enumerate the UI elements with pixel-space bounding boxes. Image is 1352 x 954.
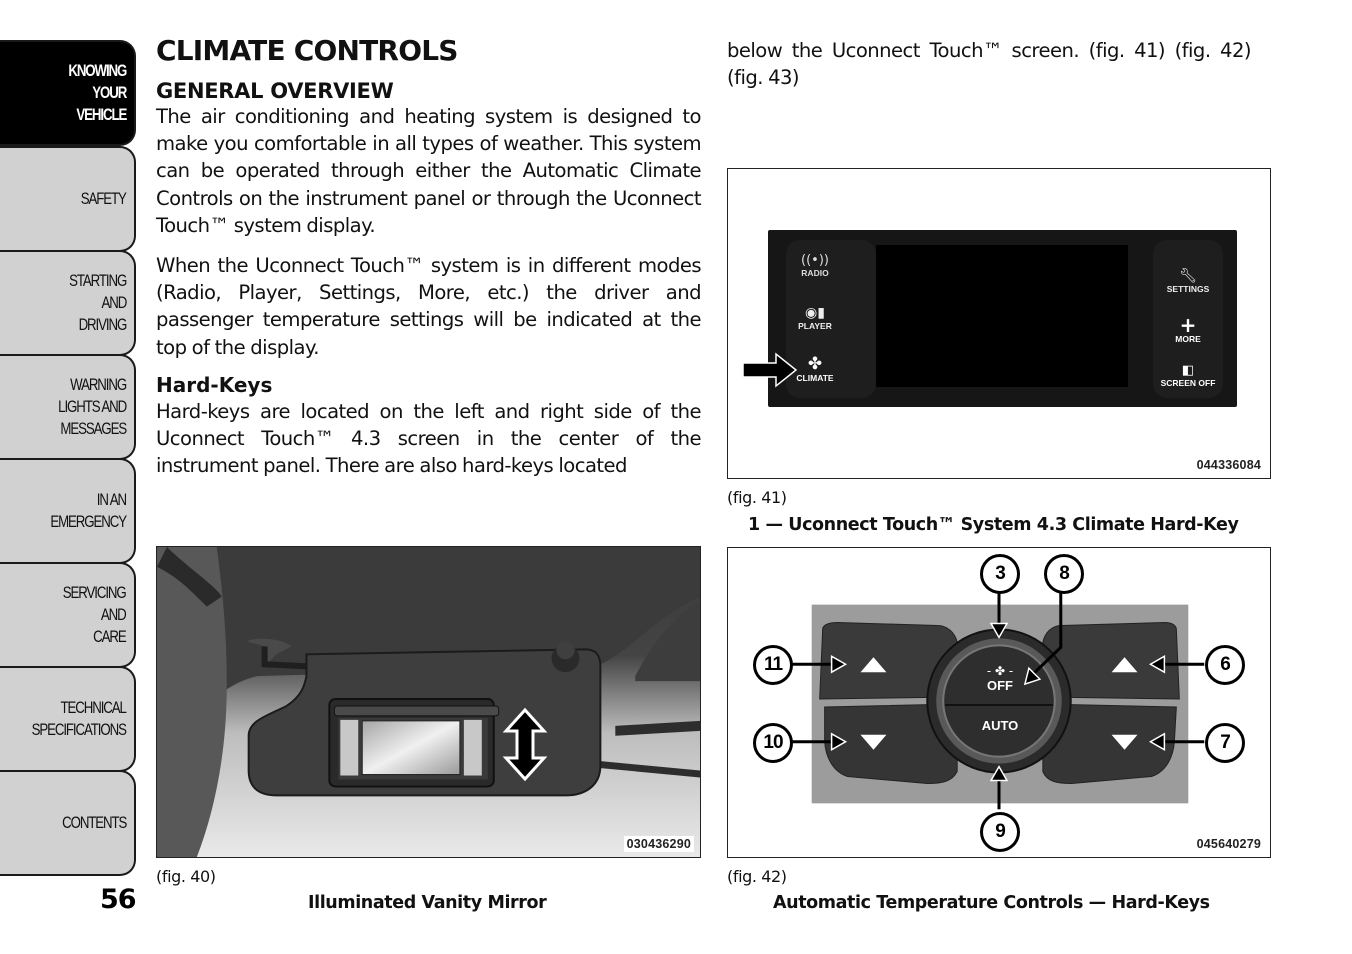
left-column: CLIMATE CONTROLS GENERAL OVERVIEW The ai… [156,34,702,479]
callout-7: 7 [1205,723,1245,763]
screen-off-key-label: SCREEN OFF [1160,378,1216,388]
tab-servicing-and-care[interactable]: SERVICING AND CARE [0,562,136,668]
climate-panel-illustration [788,592,1205,810]
page-number: 56 [100,884,137,915]
radio-antenna-icon: ((•)) [801,253,829,268]
page-title: CLIMATE CONTROLS [156,34,458,67]
callout-9: 9 [980,812,1020,852]
tab-label: SERVICING AND CARE [63,583,127,646]
figure-vanity-mirror: 030436290 [156,546,701,858]
callout-6: 6 [1205,645,1245,685]
radio-key-label: RADIO [801,268,829,278]
subsection-heading: Hard-Keys [156,372,273,397]
figure-code: 044336084 [1193,457,1264,473]
figure-caption: Automatic Temperature Controls — Hard-Ke… [773,893,1210,913]
paragraph-modes: When the Uconnect Touch™ system is in di… [156,254,702,359]
screen-off-key[interactable]: ◧ SCREEN OFF [1156,363,1220,389]
tab-label: STARTING AND DRIVING [68,271,127,334]
figure-caption: 1 — Uconnect Touch™ System 4.3 Climate H… [748,515,1239,535]
tab-label: WARNING LIGHTS AND MESSAGES [58,375,127,438]
tab-starting-and-driving[interactable]: STARTING AND DRIVING [0,250,136,356]
tab-safety[interactable]: SAFETY [0,146,136,252]
figure-ref: (fig. 42) [727,867,787,886]
tab-in-an-emergency[interactable]: IN AN EMERGENCY [0,458,136,564]
figure-code: 030436290 [623,836,694,852]
callout-11: 11 [753,645,793,685]
tab-technical-specifications[interactable]: TECHNICAL SPECIFICATIONS [0,666,136,772]
screen-off-icon: ◧ [1181,363,1195,378]
figure-ref: (fig. 41) [727,488,787,507]
right-column-text: below the Uconnect Touch™ screen. (fig. … [727,37,1252,91]
paragraph-overview: The air conditioning and heating system … [156,105,702,237]
tab-warning-lights[interactable]: WARNING LIGHTS AND MESSAGES [0,354,136,460]
plus-icon: + [1179,313,1197,337]
paragraph-hard-keys: Hard-keys are located on the left and ri… [156,399,702,478]
vanity-mirror-illustration [157,547,700,857]
settings-key[interactable]: 🔧︎ SETTINGS [1156,268,1220,295]
paragraph-hard-keys-continued: below the Uconnect Touch™ screen. (fig. … [727,39,1252,90]
wrench-icon: 🔧︎ [1179,268,1197,284]
callout-3: 3 [980,554,1020,594]
tab-label: IN AN EMERGENCY [50,490,127,531]
player-key-label: PLAYER [798,321,832,331]
player-key[interactable]: ◉▮ PLAYER [790,305,840,332]
pointer-arrow-icon [742,352,798,388]
tab-label: SAFETY [80,189,127,208]
tab-label: TECHNICAL SPECIFICATIONS [31,698,127,739]
tab-label: CONTENTS [61,813,127,832]
off-button[interactable]: OFF [974,678,1026,693]
figure-ref: (fig. 40) [156,867,216,886]
radio-key[interactable]: ((•)) RADIO [790,253,840,279]
up-down-arrow-icon [502,707,548,782]
figure-climate-controls: - ✤ - OFF AUTO 3 8 11 6 10 7 9 045640279 [727,547,1271,858]
fan-speed-icon: - ✤ - [986,664,1014,678]
more-key[interactable]: + MORE [1156,313,1220,344]
settings-key-label: SETTINGS [1166,284,1210,294]
tab-contents[interactable]: CONTENTS [0,770,136,876]
tab-knowing-your-vehicle[interactable]: KNOWING YOUR VEHICLE [0,40,136,146]
auto-button[interactable]: AUTO [968,718,1032,733]
figure-code: 045640279 [1193,836,1264,852]
callout-8: 8 [1044,554,1084,594]
figure-uconnect-hard-keys: ((•)) RADIO ◉▮ PLAYER ✤ CLIMATE 🔧︎ SETTI… [727,168,1271,479]
more-key-label: MORE [1175,334,1201,344]
figure-caption: Illuminated Vanity Mirror [308,893,547,913]
section-heading: GENERAL OVERVIEW [156,79,394,103]
player-media-icon: ◉▮ [805,305,825,321]
tab-label: KNOWING YOUR VEHICLE [68,61,127,124]
callout-10: 10 [753,723,793,763]
touch-screen[interactable] [876,245,1128,387]
